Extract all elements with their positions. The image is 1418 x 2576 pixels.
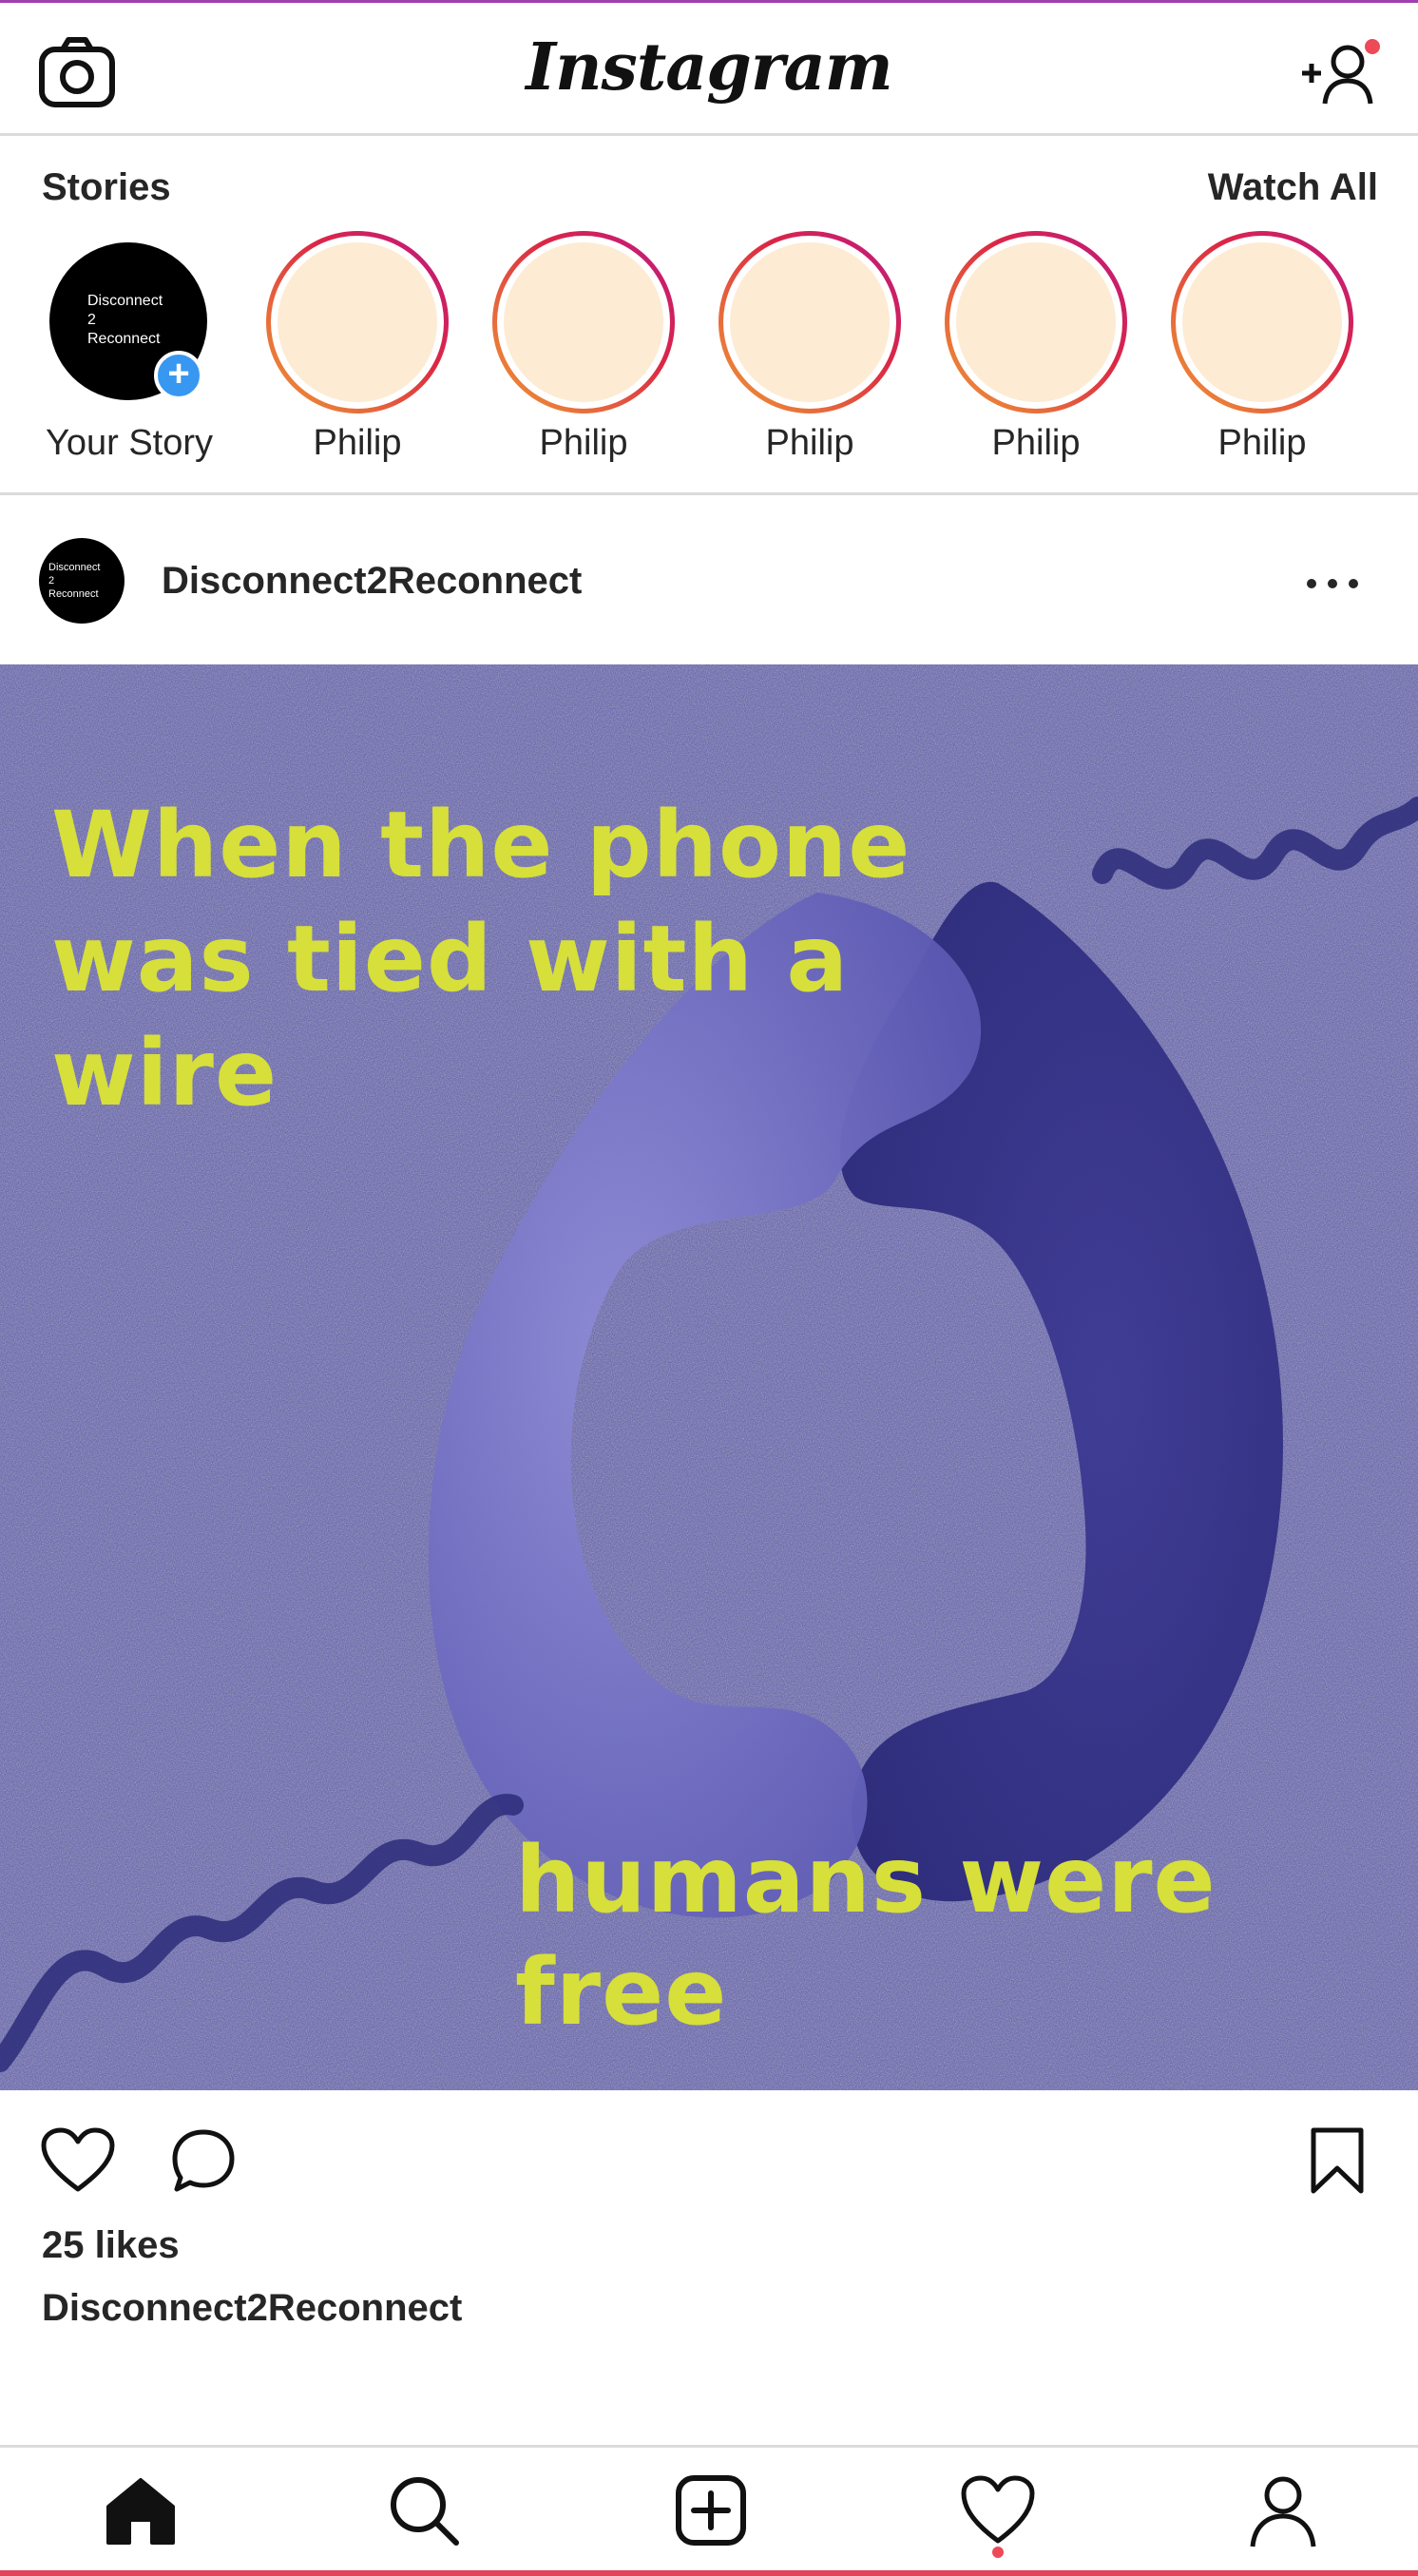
story-item[interactable]: Philip [1171,231,1361,478]
post-actions [0,2090,1418,2252]
add-post-icon[interactable] [673,2472,749,2548]
activity-heart-icon[interactable] [960,2472,1036,2548]
stories-title: Stories [42,166,171,208]
caption-username[interactable]: Disconnect2Reconnect [42,2287,462,2330]
image-text-bottom: humans were free [515,1827,1217,2046]
story-ring [492,231,675,413]
your-story[interactable]: Disconnect 2 Reconnect + Your Story [40,231,230,478]
story-ring [266,231,449,413]
story-name: Philip [765,423,854,463]
story-item[interactable]: Philip [719,231,909,478]
story-name: Philip [313,423,402,463]
profile-icon[interactable] [1245,2472,1321,2548]
more-options-icon[interactable] [1302,565,1363,603]
bookmark-icon[interactable] [1310,2126,1365,2195]
app-logo: Instagram [526,29,892,106]
likes-count[interactable]: 25 likes [42,2224,180,2267]
image-text-top: When the phone was tied with a wire [51,792,911,1126]
post-username[interactable]: Disconnect2Reconnect [162,560,582,603]
story-item[interactable]: Philip [492,231,682,478]
bottom-navigation [0,2445,1418,2570]
activity-notification-dot [992,2547,1004,2558]
story-name: Philip [539,423,628,463]
search-icon[interactable] [386,2472,462,2548]
your-story-label: Your Story [45,423,214,463]
story-name: Philip [991,423,1081,463]
story-ring [719,231,901,413]
story-item[interactable]: Philip [266,231,456,478]
add-story-icon[interactable]: + [154,351,203,400]
bottom-accent-bar [0,2570,1418,2576]
avatar-text: Disconnect 2 Reconnect [48,562,101,600]
avatar-text: Disconnect 2 Reconnect [87,293,163,347]
story-ring [945,231,1127,413]
comment-icon[interactable] [169,2126,238,2195]
notification-dot [1365,39,1380,54]
story-ring [1171,231,1353,413]
post-header: Disconnect 2 Reconnect Disconnect2Reconn… [0,498,1418,664]
post-image[interactable]: When the phone was tied with a wire huma… [0,664,1418,2090]
home-icon[interactable] [103,2472,179,2548]
post-avatar[interactable]: Disconnect 2 Reconnect [39,538,125,624]
stories-section: Stories Watch All Disconnect 2 Reconnect… [0,136,1418,495]
story-name: Philip [1217,423,1307,463]
story-item[interactable]: Philip [945,231,1135,478]
heart-icon[interactable] [40,2126,116,2195]
watch-all-link[interactable]: Watch All [1208,166,1378,209]
app-header: Instagram [0,3,1418,136]
